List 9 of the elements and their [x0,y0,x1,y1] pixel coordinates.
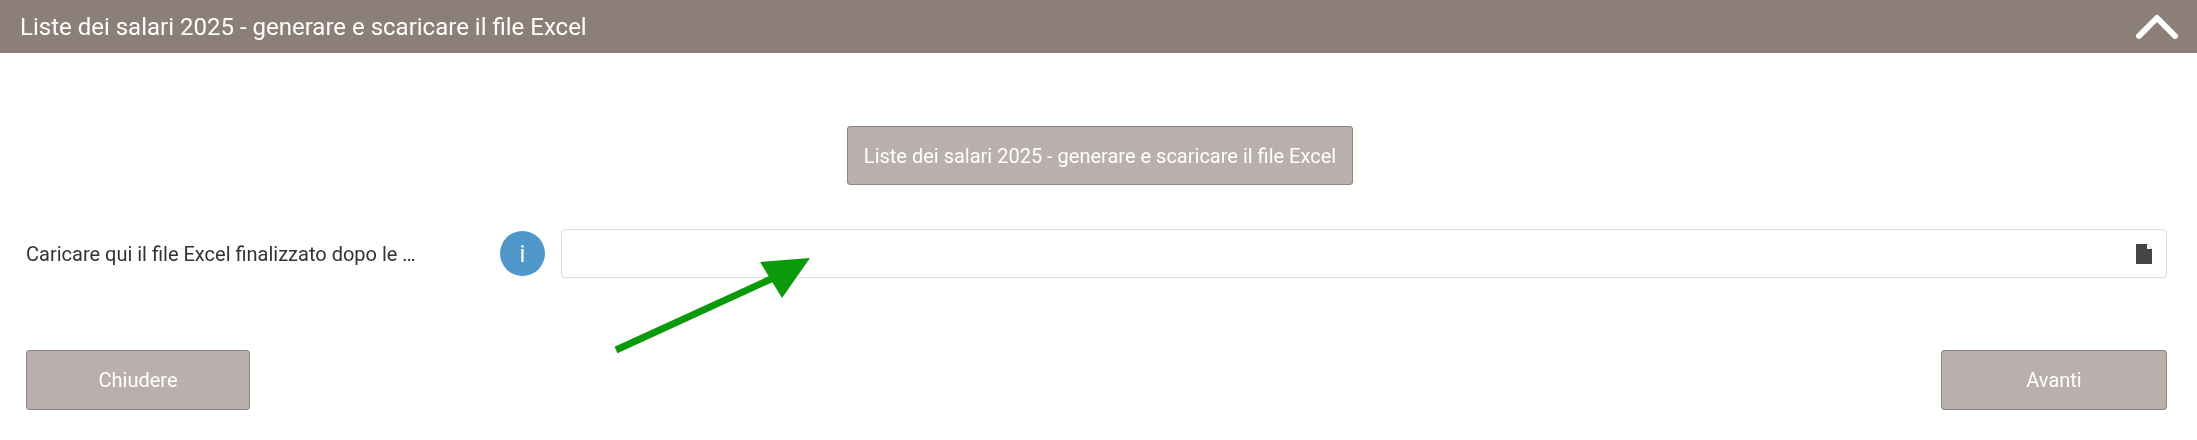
file-input-field[interactable] [561,229,2167,278]
field-label: Caricare qui il file Excel finalizzato dopo le … [26,240,417,268]
next-button[interactable]: Avanti [1941,350,2167,410]
close-button[interactable]: Chiudere [26,350,250,410]
file-icon [2136,243,2152,264]
generate-button[interactable]: Liste dei salari 2025 - generare e scaricare il file Excel [846,126,1354,185]
panel-title: Liste dei salari 2025 - generare e scaricare il file Excel [20,11,587,43]
info-badge[interactable]: i [500,231,545,276]
chevron-up-icon[interactable] [2135,13,2179,40]
